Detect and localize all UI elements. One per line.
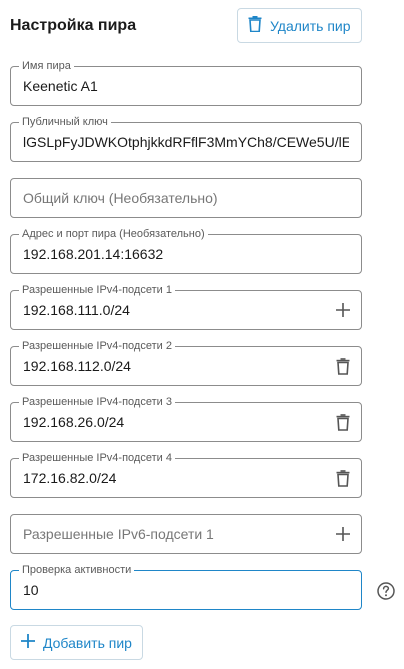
ipv6-subnet-1-placeholder: Разрешенные IPv6-подсети 1 <box>23 526 214 542</box>
add-peer-label: Добавить пир <box>43 634 132 651</box>
public-key-field[interactable]: Публичный ключ lGSLpFyJDWKOtphjkkdRFflF3… <box>10 115 362 162</box>
trash-icon[interactable] <box>333 468 353 488</box>
trash-icon[interactable] <box>333 412 353 432</box>
ipv4-subnet-4-value: 172.16.82.0/24 <box>23 470 117 486</box>
plus-icon[interactable] <box>333 300 353 320</box>
help-circle-icon[interactable] <box>376 581 396 601</box>
endpoint-field[interactable]: Адрес и порт пира (Необязательно) 192.16… <box>10 227 362 274</box>
peer-name-label: Имя пира <box>19 59 74 73</box>
ipv4-subnet-1-value: 192.168.111.0/24 <box>23 302 130 318</box>
delete-peer-label: Удалить пир <box>270 17 351 34</box>
ipv4-subnet-2-field[interactable]: Разрешенные IPv4-подсети 2 192.168.112.0… <box>10 339 362 386</box>
public-key-label: Публичный ключ <box>19 115 111 129</box>
ipv4-subnet-4-label: Разрешенные IPv4-подсети 4 <box>19 451 175 465</box>
public-key-value: lGSLpFyJDWKOtphjkkdRFflF3MmYCh8/CEWe5U/l… <box>23 134 349 150</box>
peer-settings-header: Настройка пира Удалить пир <box>10 8 362 44</box>
keepalive-label: Проверка активности <box>19 563 135 577</box>
ipv4-subnet-3-value: 192.168.26.0/24 <box>23 414 125 430</box>
ipv4-subnet-3-label: Разрешенные IPv4-подсети 3 <box>19 395 175 409</box>
keepalive-value: 10 <box>23 582 39 598</box>
ipv4-subnet-2-label: Разрешенные IPv4-подсети 2 <box>19 339 175 353</box>
trash-icon <box>248 16 262 35</box>
endpoint-value: 192.168.201.14:16632 <box>23 246 164 262</box>
add-peer-button[interactable]: Добавить пир <box>10 625 143 660</box>
ipv4-subnet-3-field[interactable]: Разрешенные IPv4-подсети 3 192.168.26.0/… <box>10 395 362 442</box>
peer-name-value: Keenetic A1 <box>23 78 98 94</box>
peer-name-field[interactable]: Имя пира Keenetic A1 <box>10 59 362 106</box>
delete-peer-button[interactable]: Удалить пир <box>237 8 362 43</box>
ipv4-subnet-2-value: 192.168.112.0/24 <box>23 358 131 374</box>
shared-key-placeholder: Общий ключ (Необязательно) <box>23 190 218 206</box>
plus-icon[interactable] <box>333 524 353 544</box>
ipv4-subnet-1-label: Разрешенные IPv4-подсети 1 <box>19 283 175 297</box>
endpoint-label: Адрес и порт пира (Необязательно) <box>19 227 208 241</box>
keepalive-field[interactable]: Проверка активности 10 <box>10 563 362 610</box>
plus-icon <box>21 634 35 651</box>
page-title: Настройка пира <box>10 17 137 34</box>
trash-icon[interactable] <box>333 356 353 376</box>
ipv4-subnet-4-field[interactable]: Разрешенные IPv4-подсети 4 172.16.82.0/2… <box>10 451 362 498</box>
shared-key-field[interactable]: Общий ключ (Необязательно) <box>10 178 362 218</box>
ipv4-subnet-1-field[interactable]: Разрешенные IPv4-подсети 1 192.168.111.0… <box>10 283 362 330</box>
ipv6-subnet-1-field[interactable]: Разрешенные IPv6-подсети 1 <box>10 514 362 554</box>
